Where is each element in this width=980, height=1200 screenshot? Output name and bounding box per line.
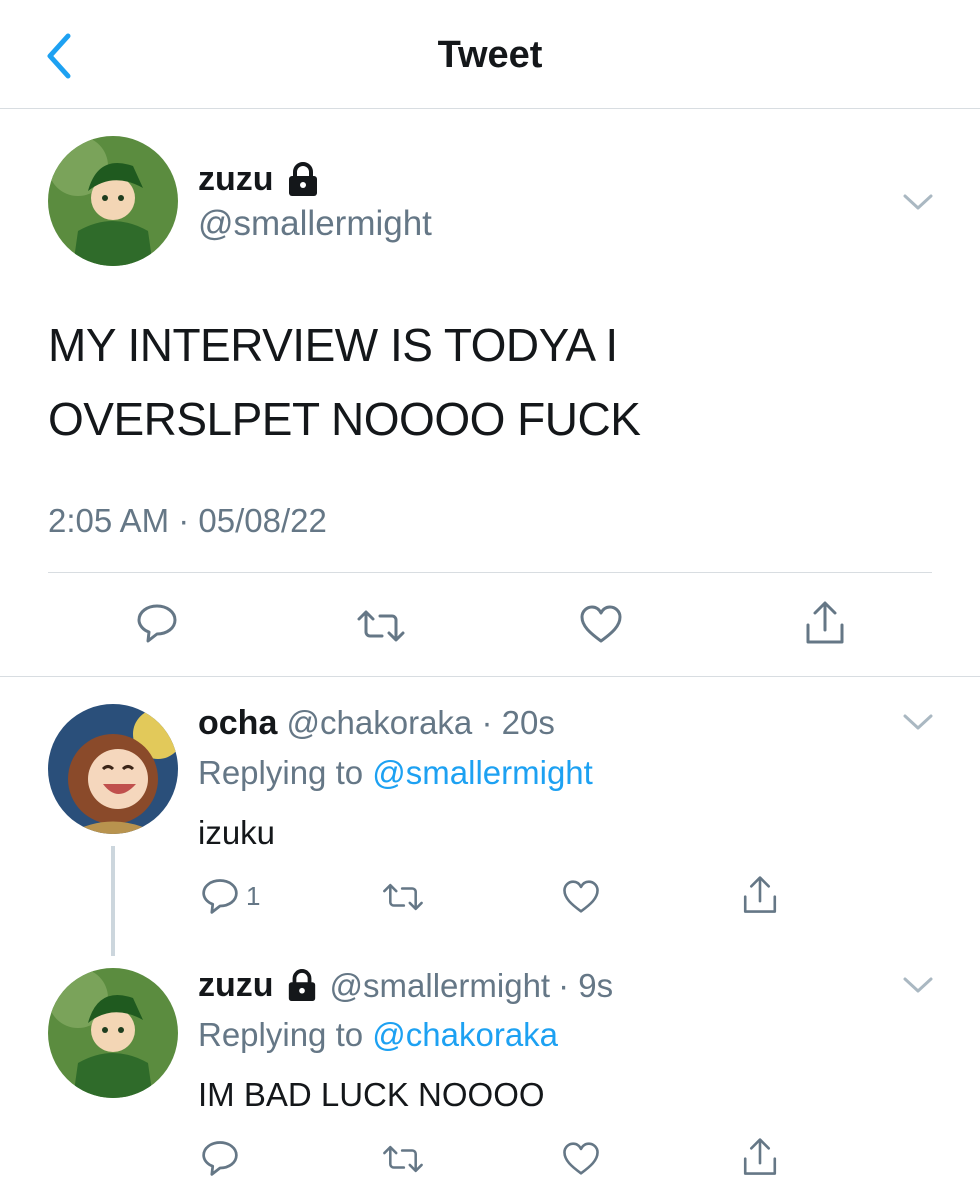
lock-icon — [286, 968, 318, 1003]
thread-line — [111, 846, 115, 956]
like-button[interactable] — [561, 1140, 601, 1177]
tweet-timestamp[interactable]: 2:05 AM · 05/08/22 — [48, 502, 327, 540]
tweet-text-line: OVERSLPET NOOOO FUCK — [48, 393, 641, 445]
reply-icon — [137, 604, 177, 643]
author-handle[interactable]: @chakoraka — [287, 704, 473, 741]
tweet-text-line: MY INTERVIEW IS TODYA I — [48, 319, 618, 371]
replying-to-link[interactable]: @smallermight — [372, 754, 593, 791]
retweet-button[interactable] — [381, 1142, 425, 1176]
chevron-down-icon — [903, 194, 933, 210]
divider — [48, 572, 932, 573]
replying-to: Replying to @chakoraka — [198, 1016, 558, 1054]
retweet-icon — [357, 610, 405, 642]
share-icon — [743, 1138, 777, 1175]
like-button[interactable] — [561, 878, 601, 915]
like-icon — [580, 605, 622, 643]
chevron-down-icon — [903, 714, 933, 730]
replying-to-label: Replying to — [198, 754, 364, 791]
tweet-options-button[interactable] — [902, 974, 934, 996]
like-icon — [563, 1142, 599, 1175]
avatar[interactable] — [48, 968, 178, 1098]
author-name[interactable]: zuzu — [198, 966, 274, 1005]
page-title: Tweet — [437, 34, 543, 76]
reply-header: ocha @chakoraka · 20s — [198, 704, 555, 743]
tweet-text: MY INTERVIEW IS TODYA I OVERSLPET NOOOO … — [48, 308, 928, 456]
retweet-button[interactable] — [355, 606, 407, 646]
reply-button[interactable] — [200, 1138, 240, 1178]
avatar[interactable] — [48, 704, 178, 834]
share-button[interactable] — [740, 1136, 780, 1178]
author-name[interactable]: ocha — [198, 704, 277, 742]
share-icon — [743, 876, 777, 913]
reply-text: IM BAD LUCK NOOOO — [198, 1076, 545, 1113]
reply-button[interactable]: 1 — [200, 876, 260, 916]
replying-to-link[interactable]: @chakoraka — [372, 1016, 558, 1053]
reply-time: · 20s — [481, 704, 555, 741]
retweet-icon — [383, 883, 423, 911]
tweet-options-button[interactable] — [902, 191, 934, 213]
reply-header: zuzu @smallermight · 9s — [198, 966, 613, 1005]
reply-count: 1 — [246, 880, 261, 911]
author-name[interactable]: zuzu — [198, 160, 274, 199]
share-icon — [806, 601, 844, 644]
reply-icon — [202, 879, 238, 914]
reply-button[interactable] — [135, 601, 179, 645]
share-button[interactable] — [740, 874, 780, 916]
retweet-icon — [383, 1145, 423, 1173]
divider — [0, 676, 980, 677]
like-icon — [563, 880, 599, 913]
reply-text: izuku — [198, 814, 276, 851]
chevron-down-icon — [903, 977, 933, 993]
lock-icon — [286, 161, 320, 198]
avatar[interactable] — [48, 136, 178, 266]
reply-icon — [202, 1141, 238, 1176]
retweet-button[interactable] — [381, 880, 425, 914]
author-handle[interactable]: @smallermight — [198, 204, 432, 244]
reply-time: · 9s — [558, 966, 614, 1004]
tweet-options-button[interactable] — [902, 711, 934, 733]
like-button[interactable] — [578, 603, 624, 645]
author-handle[interactable]: @smallermight — [330, 967, 551, 1005]
share-button[interactable] — [802, 599, 848, 647]
replying-to-label: Replying to — [198, 1016, 364, 1053]
replying-to: Replying to @smallermight — [198, 754, 593, 792]
